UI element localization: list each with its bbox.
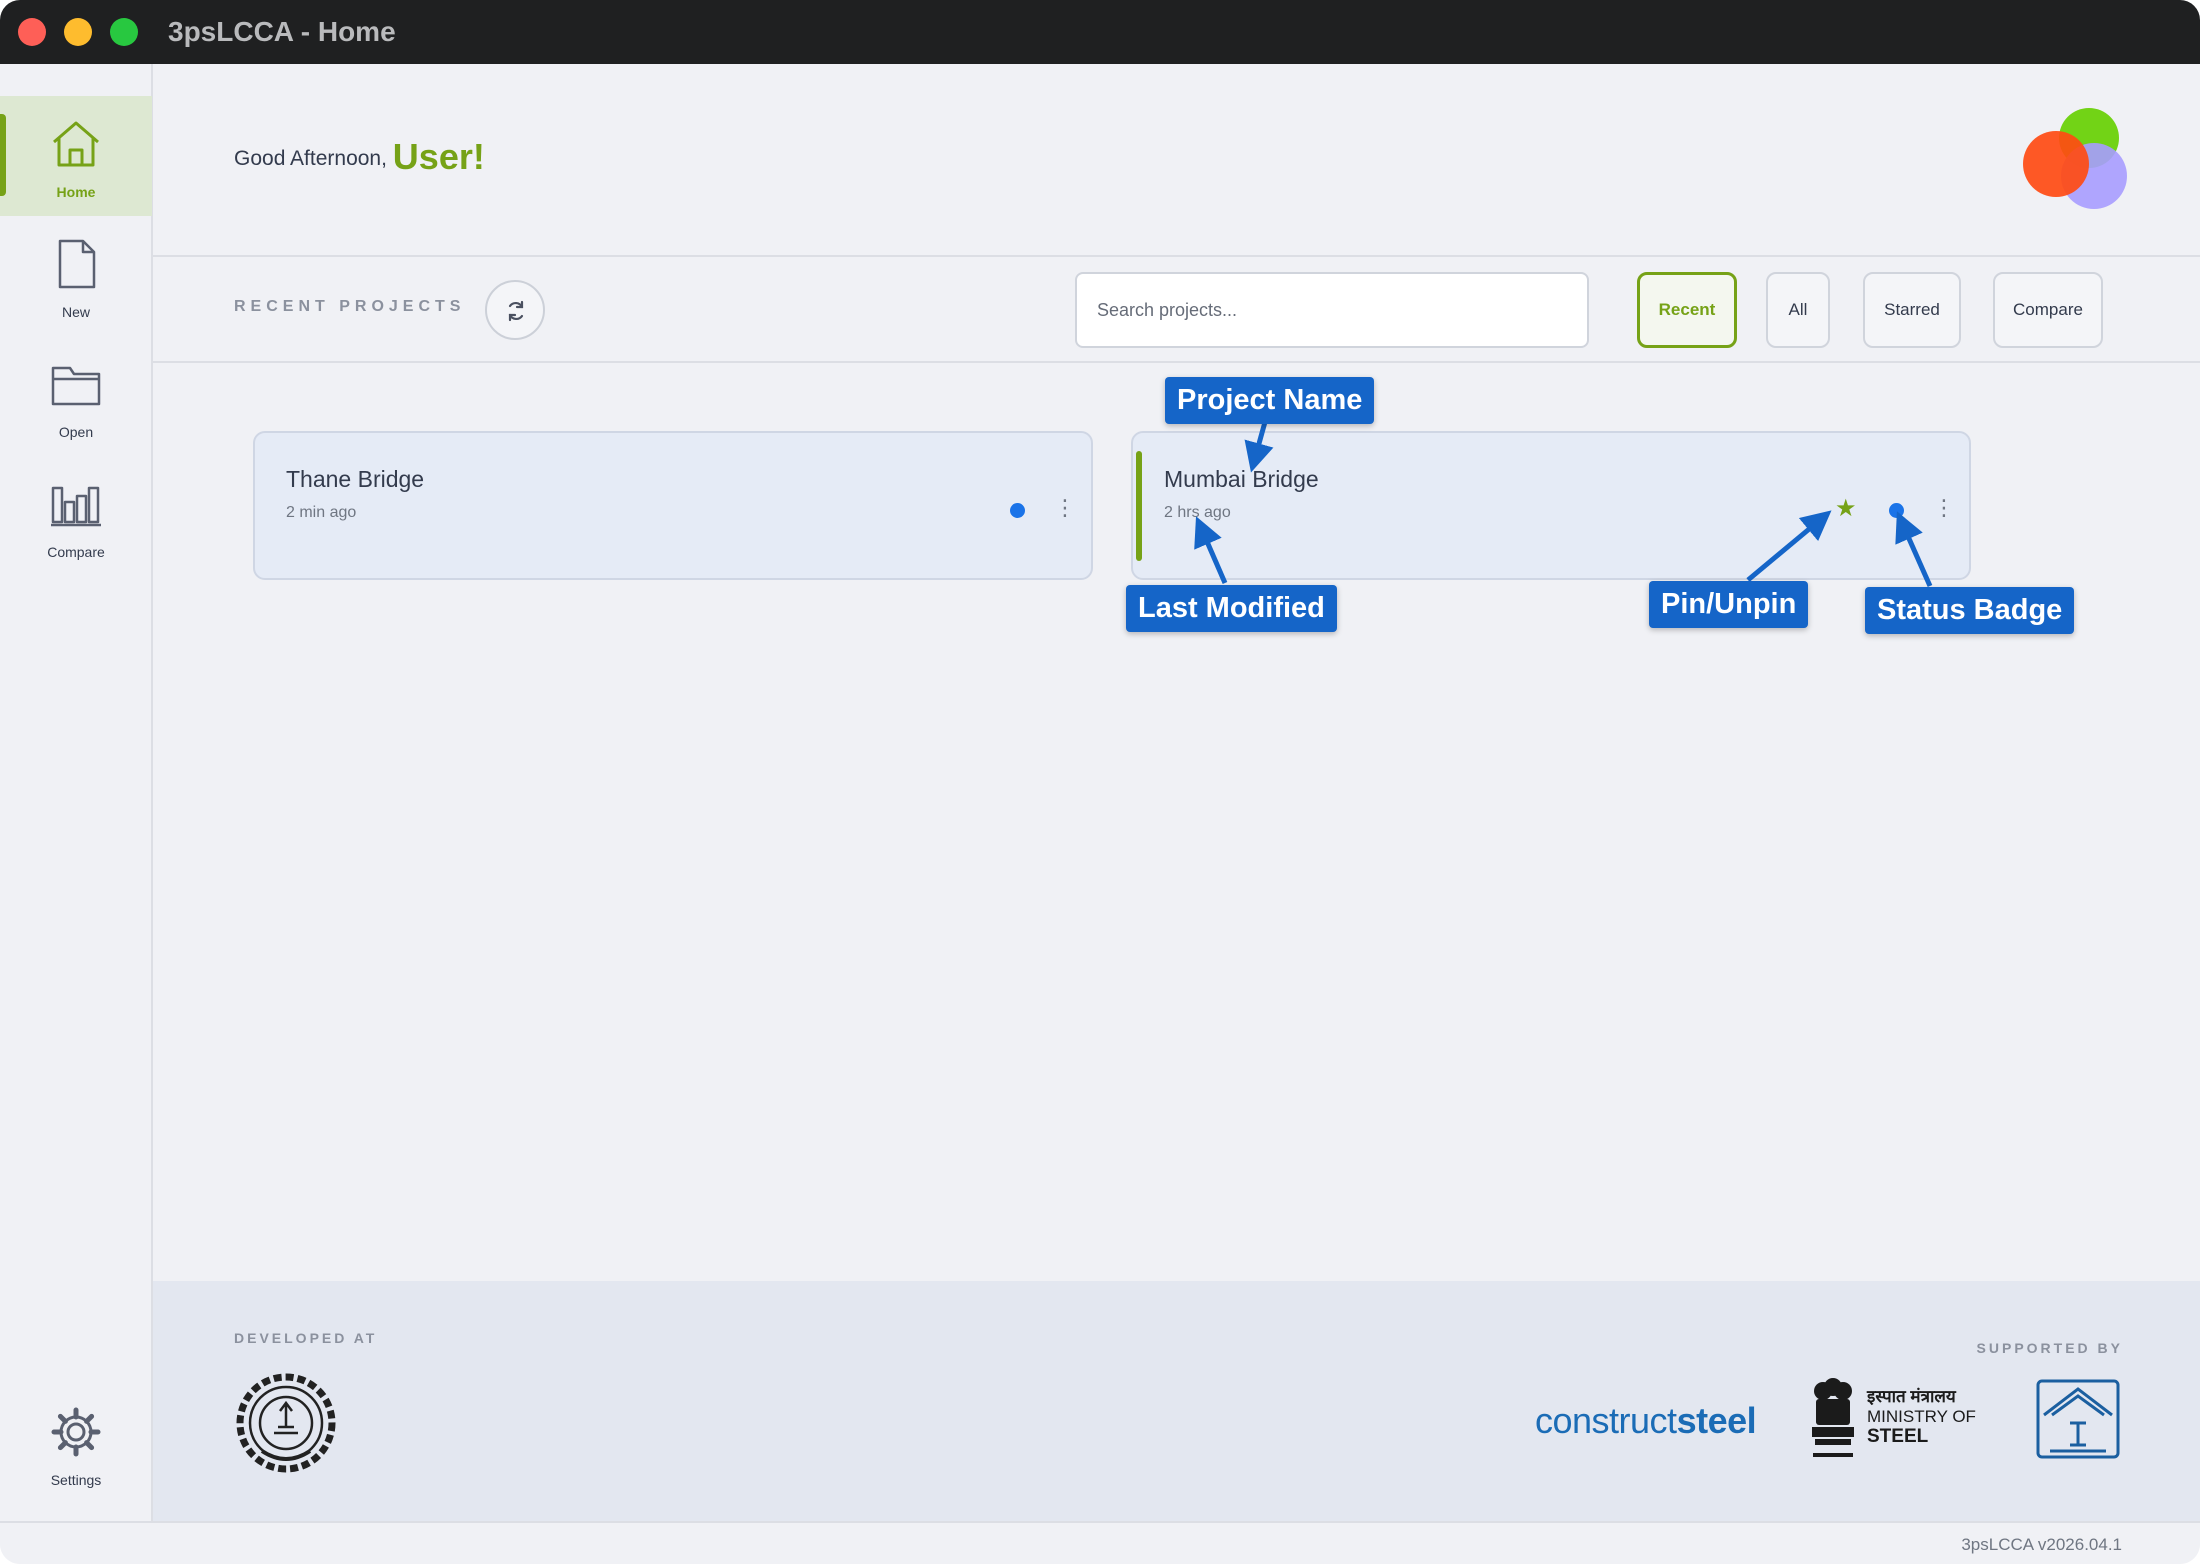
projects-toolbar: RECENT PROJECTS Recent All Starred Compa…	[153, 257, 2200, 363]
project-last-modified: 2 hrs ago	[1164, 504, 1231, 521]
filter-starred-button[interactable]: Starred	[1863, 272, 1961, 348]
project-last-modified: 2 min ago	[286, 504, 357, 521]
user-name: User!	[392, 136, 485, 177]
developed-at-label: DEVELOPED AT	[234, 1330, 378, 1346]
app-logo	[2023, 108, 2127, 209]
sidebar-item-home[interactable]: Home	[0, 96, 152, 216]
greeting-text: Good Afternoon,	[234, 147, 387, 170]
refresh-button[interactable]	[485, 280, 545, 340]
maximize-window-button[interactable]	[110, 18, 138, 46]
status-badge	[1889, 503, 1904, 518]
more-options-icon[interactable]: ⋮	[1933, 497, 1955, 519]
ministry-of-steel-logo: इस्पात मंत्रालय MINISTRY OF STEEL	[1867, 1387, 1976, 1447]
filter-recent-button[interactable]: Recent	[1637, 272, 1737, 348]
sidebar-item-open[interactable]: Open	[0, 336, 152, 456]
annotation-pin-unpin: Pin/Unpin	[1649, 581, 1809, 628]
close-window-button[interactable]	[18, 18, 46, 46]
greeting: Good Afternoon, User!	[234, 136, 485, 178]
project-card[interactable]: Mumbai Bridge 2 hrs ago ★ ⋮	[1131, 431, 1971, 580]
national-emblem-icon	[1812, 1378, 1854, 1457]
more-options-icon[interactable]: ⋮	[1054, 497, 1076, 519]
sidebar-item-label: Home	[56, 184, 96, 200]
ministry-text-line2: STEEL	[1867, 1426, 1929, 1447]
footer: DEVELOPED AT SUPPORTED BY constructsteel…	[153, 1281, 2200, 1521]
bar-chart-icon	[51, 486, 101, 527]
insdag-logo	[2036, 1379, 2120, 1459]
document-icon	[58, 239, 96, 289]
filter-all-button[interactable]: All	[1766, 272, 1830, 348]
project-name: Thane Bridge	[286, 466, 425, 492]
header: Good Afternoon, User!	[153, 64, 2200, 257]
ministry-text-line1: MINISTRY OF	[1867, 1407, 1976, 1426]
app-window: 3psLCCA - Home Home New Open Compare Set…	[0, 0, 2200, 1564]
supported-by-label: SUPPORTED BY	[1976, 1340, 2123, 1356]
sidebar: Home New Open Compare Settings	[0, 64, 153, 1521]
search-input[interactable]	[1075, 272, 1589, 348]
refresh-icon	[508, 300, 524, 322]
annotation-status-badge: Status Badge	[1865, 587, 2075, 634]
constructsteel-logo: constructsteel	[1535, 1400, 1757, 1442]
sidebar-item-new[interactable]: New	[0, 216, 152, 336]
window-title: 3psLCCA - Home	[168, 16, 396, 47]
annotation-project-name: Project Name	[1165, 377, 1375, 424]
status-bar: 3psLCCA v2026.04.1	[0, 1521, 2200, 1564]
iit-bombay-logo	[236, 1373, 336, 1473]
project-card[interactable]: Thane Bridge 2 min ago ⋮	[253, 431, 1093, 580]
app-version: 3psLCCA v2026.04.1	[1961, 1535, 2122, 1554]
section-label: RECENT PROJECTS	[234, 298, 466, 315]
sidebar-item-label: Compare	[47, 544, 105, 560]
project-name: Mumbai Bridge	[1164, 466, 1319, 492]
status-badge	[1010, 503, 1025, 518]
filter-compare-button[interactable]: Compare	[1993, 272, 2103, 348]
sidebar-item-settings[interactable]: Settings	[0, 1384, 152, 1504]
pin-star-icon[interactable]: ★	[1835, 497, 1857, 521]
ministry-hindi-text: इस्पात मंत्रालय	[1867, 1387, 1956, 1406]
sidebar-item-compare[interactable]: Compare	[0, 456, 152, 576]
minimize-window-button[interactable]	[64, 18, 92, 46]
gear-icon	[51, 1407, 101, 1457]
home-icon	[53, 121, 99, 167]
sidebar-item-label: Open	[58, 424, 94, 440]
sidebar-item-label: New	[61, 304, 90, 320]
annotation-last-modified: Last Modified	[1126, 585, 1337, 632]
sidebar-item-label: Settings	[50, 1472, 102, 1488]
selected-indicator	[1136, 451, 1142, 561]
folder-icon	[51, 366, 101, 406]
logo-text-construct: construct	[1535, 1400, 1677, 1441]
title-bar: 3psLCCA - Home	[0, 0, 2200, 64]
logo-text-steel: steel	[1676, 1400, 1757, 1441]
